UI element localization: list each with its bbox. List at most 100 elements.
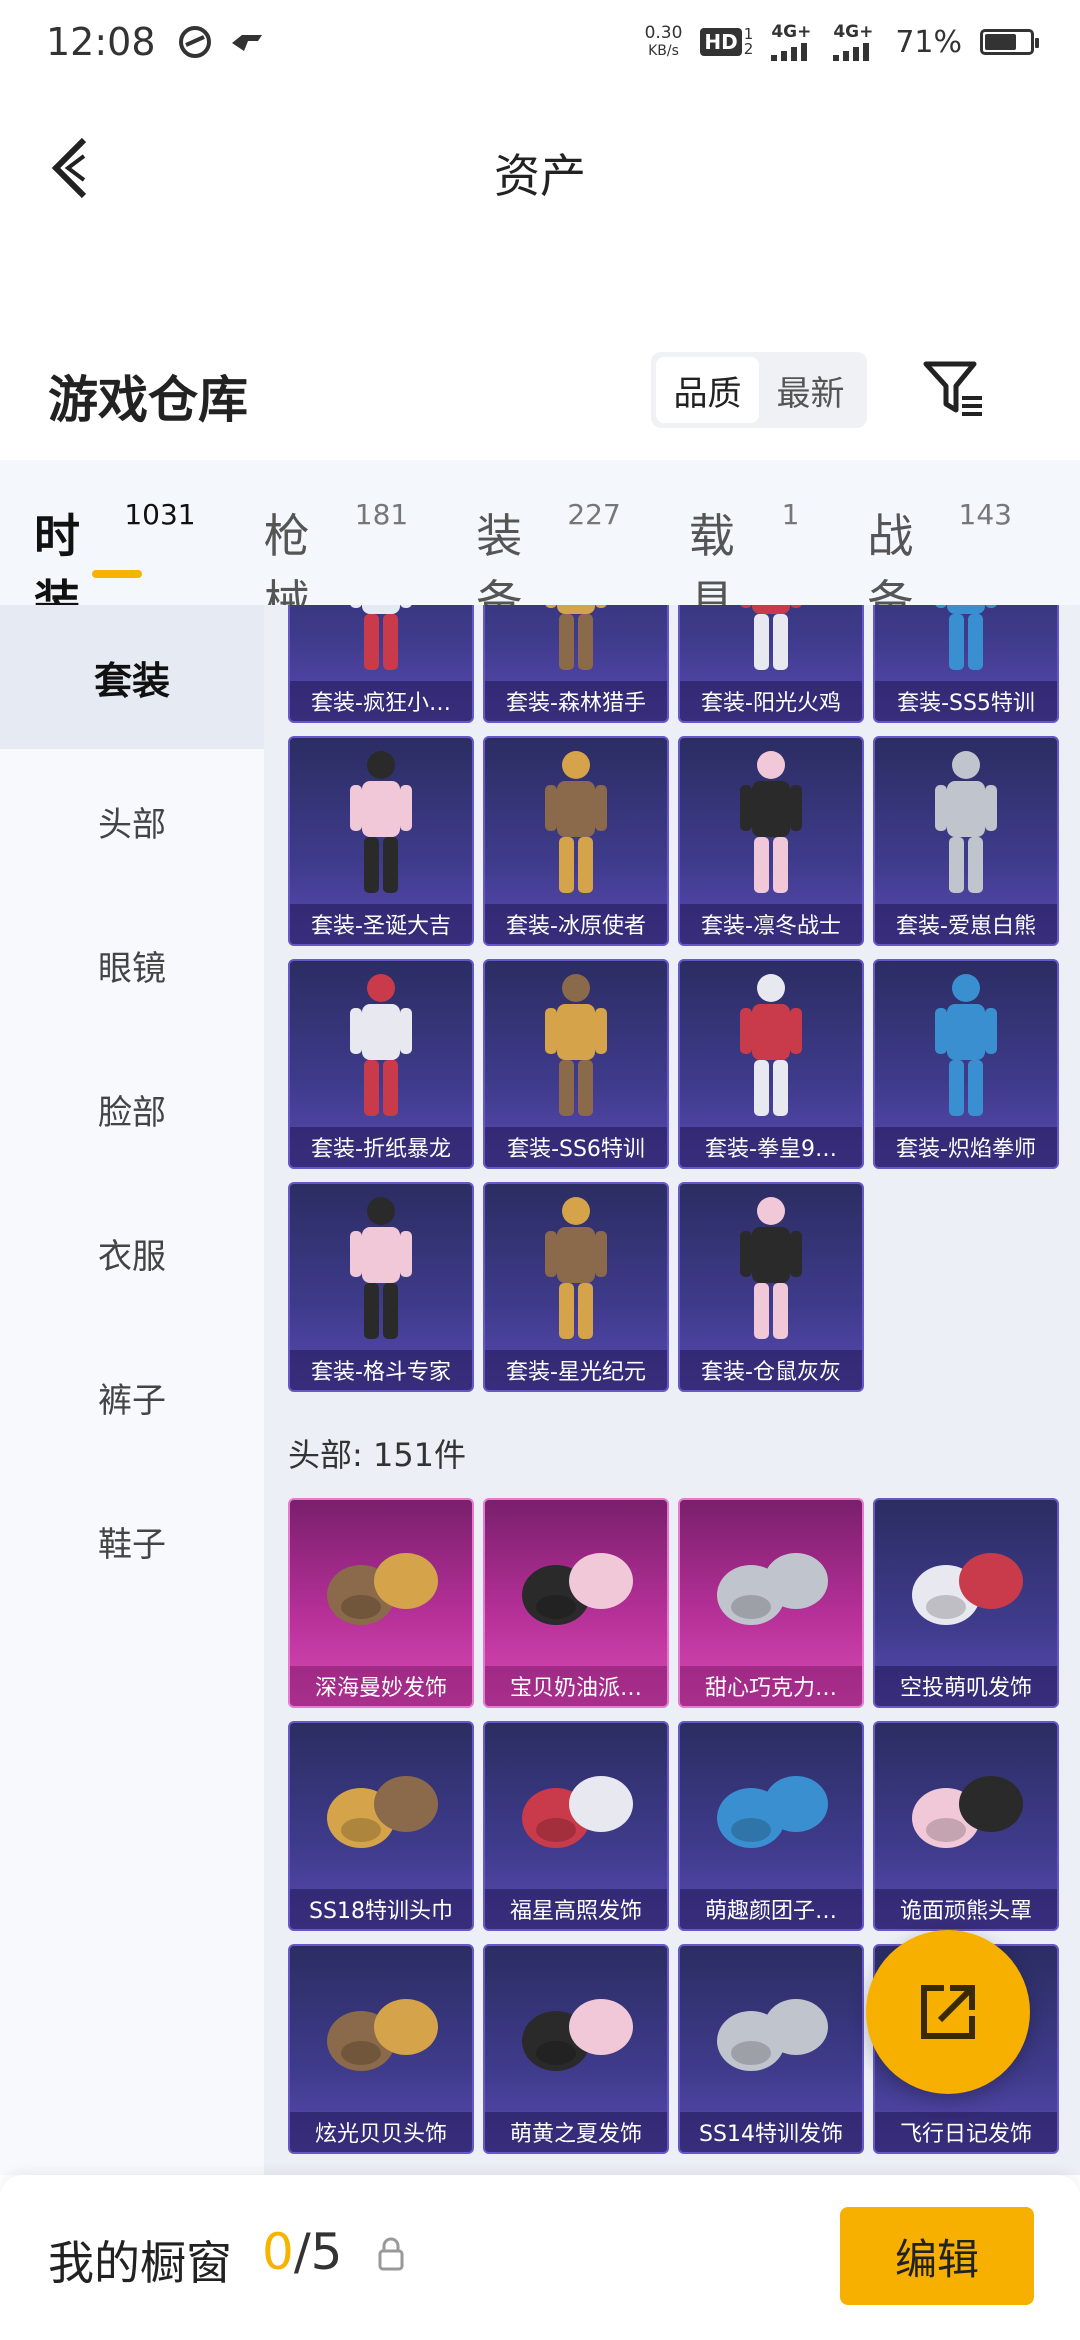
tab-active-indicator: [92, 570, 142, 578]
head-item-card[interactable]: SS14特训发饰: [678, 1944, 864, 2154]
page-title: 资产: [494, 149, 586, 203]
item-name: 套装-冰原使者: [485, 904, 667, 944]
suit-item-card[interactable]: 套装-拳皇9…: [678, 959, 864, 1169]
head-item-card[interactable]: 萌趣颜团子…: [678, 1721, 864, 1931]
edit-button[interactable]: 编辑: [840, 2207, 1034, 2305]
brown-hair-icon: [875, 1500, 1057, 1670]
sort-newest-button[interactable]: 最新: [759, 357, 862, 423]
cream-hair-icon: [485, 1500, 667, 1670]
head-item-card[interactable]: 深海曼妙发饰: [288, 1498, 474, 1708]
share-button[interactable]: [866, 1930, 1030, 2094]
item-name: 套装-格斗专家: [290, 1350, 472, 1390]
item-name: 套装-拳皇9…: [680, 1127, 862, 1167]
item-name: 飞行日记发饰: [875, 2112, 1057, 2152]
head-item-card[interactable]: 萌黄之夏发饰: [483, 1944, 669, 2154]
item-name: 套装-仓鼠灰灰: [680, 1350, 862, 1390]
sort-quality-button[interactable]: 品质: [656, 357, 759, 423]
app-notification-icon: [178, 26, 211, 58]
blue-hair-icon: [290, 1500, 472, 1670]
item-name: 套装-星光纪元: [485, 1350, 667, 1390]
head-item-card[interactable]: 宝贝奶油派…: [483, 1498, 669, 1708]
sidebar-item-2[interactable]: 眼镜: [0, 893, 264, 1037]
tab-category-4[interactable]: 战备 143: [867, 460, 1012, 629]
sidebar-item-5[interactable]: 裤子: [0, 1325, 264, 1469]
hooded-figure-icon: [485, 738, 667, 908]
black-figure-icon: [290, 1184, 472, 1354]
suit-item-card[interactable]: 套装-SS6特训: [483, 959, 669, 1169]
white-hair-icon: [680, 1946, 862, 2116]
item-name: 炫光贝贝头饰: [290, 2112, 472, 2152]
item-name: 套装-森林猎手: [485, 681, 667, 721]
white-bear-figure-icon: [875, 738, 1057, 908]
showcase-count: 0/5: [262, 2223, 343, 2281]
head-item-card[interactable]: 甜心巧克力…: [678, 1498, 864, 1708]
suit-item-card[interactable]: 套装-森林猎手: [483, 605, 669, 723]
head-item-card[interactable]: SS18特训头巾: [288, 1721, 474, 1931]
suit-item-card[interactable]: 套装-爱崽白熊: [873, 736, 1059, 946]
khaki-figure-icon: [875, 605, 1057, 685]
party-hat-icon: [290, 1946, 472, 2116]
suit-grid: 套装-疯狂小… 套装-森林猎手 套装-阳光火鸡 套装-SS5特训套装-圣诞大吉 套装-冰…: [288, 605, 1059, 1392]
showcase-bar: 我的橱窗 0/5 编辑: [0, 2175, 1080, 2340]
tab-count: 143: [958, 498, 1012, 531]
dumpling-head-icon: [680, 1723, 862, 1893]
head-item-card[interactable]: 诡面顽熊头罩: [873, 1721, 1059, 1931]
pink-figure-icon: [290, 605, 472, 685]
sidebar-item-3[interactable]: 脸部: [0, 1037, 264, 1181]
suit-item-card[interactable]: 套装-格斗专家: [288, 1182, 474, 1392]
tab-count: 227: [567, 498, 621, 531]
hamster-pair-icon: [680, 1184, 862, 1354]
blue-figure-icon: [680, 605, 862, 685]
tab-count: 1: [781, 498, 800, 531]
red-bandana-icon: [290, 1723, 472, 1893]
sidebar-item-0[interactable]: 套装: [0, 605, 264, 749]
item-name: 套装-SS5特训: [875, 681, 1057, 721]
suit-item-card[interactable]: 套装-疯狂小…: [288, 605, 474, 723]
blonde-hair-icon: [485, 1946, 667, 2116]
game-notification-icon: [231, 35, 262, 51]
tab-count: 1031: [124, 498, 196, 531]
tab-count: 181: [354, 498, 409, 531]
suit-item-card[interactable]: 套装-折纸暴龙: [288, 959, 474, 1169]
tab-category-2[interactable]: 装备 227: [476, 460, 621, 629]
chocolate-hat-icon: [680, 1500, 862, 1670]
tab-category-3[interactable]: 载具 1: [689, 460, 800, 629]
armor-figure-icon: [680, 738, 862, 908]
lock-icon: [378, 2237, 404, 2271]
suit-item-card[interactable]: 套装-星光纪元: [483, 1182, 669, 1392]
item-name: 甜心巧克力…: [680, 1666, 862, 1706]
item-name: 套装-圣诞大吉: [290, 904, 472, 944]
suit-item-card[interactable]: 套装-SS5特训: [873, 605, 1059, 723]
fighter-figure-icon: [680, 961, 862, 1131]
item-name: SS14特训发饰: [680, 2112, 862, 2152]
item-name: 套装-凛冬战士: [680, 904, 862, 944]
head-item-card[interactable]: 炫光贝贝头饰: [288, 1944, 474, 2154]
sidebar-item-6[interactable]: 鞋子: [0, 1469, 264, 1613]
tab-category-1[interactable]: 枪械 181: [264, 460, 409, 629]
filter-button[interactable]: [918, 354, 988, 424]
suit-item-card[interactable]: 套装-圣诞大吉: [288, 736, 474, 946]
sidebar-item-4[interactable]: 衣服: [0, 1181, 264, 1325]
flame-pair-icon: [875, 961, 1057, 1131]
hd-voice-icon: HD 12: [700, 27, 753, 57]
item-name: 空投萌叽发饰: [875, 1666, 1057, 1706]
suit-item-card[interactable]: 套装-冰原使者: [483, 736, 669, 946]
suit-item-card[interactable]: 套装-仓鼠灰灰: [678, 1182, 864, 1392]
sidebar-item-1[interactable]: 头部: [0, 749, 264, 893]
suit-item-card[interactable]: 套装-凛冬战士: [678, 736, 864, 946]
suit-item-card[interactable]: 套装-阳光火鸡: [678, 605, 864, 723]
item-name: 萌趣颜团子…: [680, 1889, 862, 1929]
category-tabs: 时装 1031 枪械 181 装备 227 载具 1 战备 143: [0, 460, 1080, 629]
dino-pair-icon: [290, 961, 472, 1131]
dark-figure-icon: [485, 605, 667, 685]
item-name: 套装-爱崽白熊: [875, 904, 1057, 944]
status-bar: 12:08 0.30 KB/s HD 12 4G+ 4G+ 71%: [0, 0, 1080, 84]
showcase-label: 我的橱窗: [48, 2236, 232, 2290]
item-name: 诡面顽熊头罩: [875, 1889, 1057, 1929]
head-item-card[interactable]: 福星高照发饰: [483, 1721, 669, 1931]
head-item-card[interactable]: 空投萌叽发饰: [873, 1498, 1059, 1708]
pink-hair-icon: [485, 1723, 667, 1893]
suit-item-card[interactable]: 套装-炽焰拳师: [873, 959, 1059, 1169]
tab-category-0[interactable]: 时装 1031: [34, 460, 196, 629]
jacket-figure-icon: [485, 961, 667, 1131]
